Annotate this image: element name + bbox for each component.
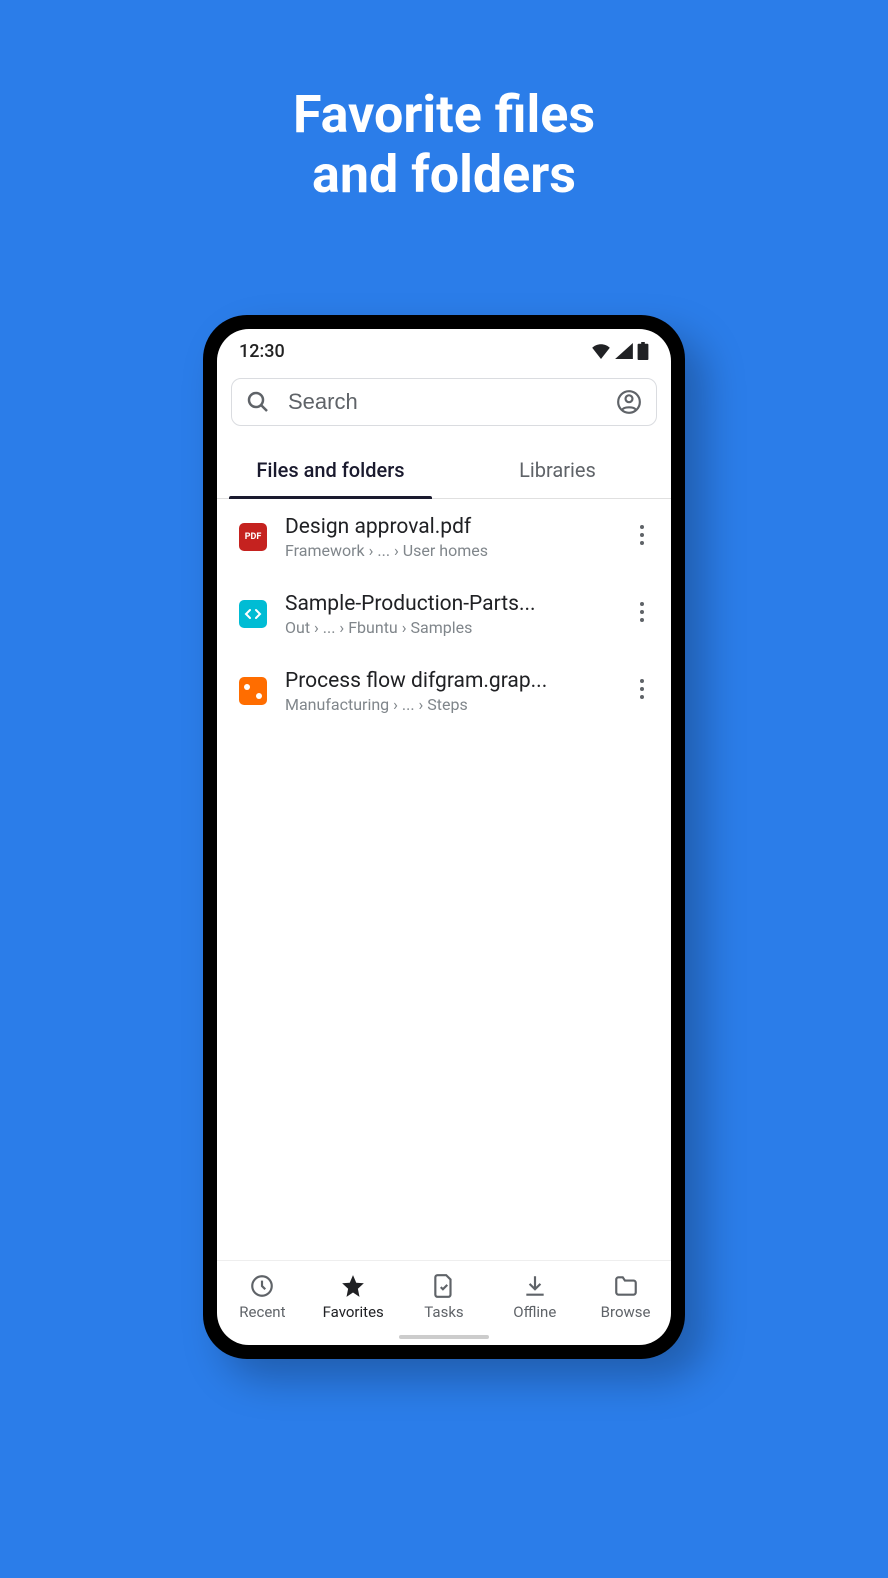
signal-icon <box>615 343 633 359</box>
file-path: Framework › ... › User homes <box>285 541 613 560</box>
code-icon <box>239 600 267 628</box>
more-vert-icon <box>639 678 645 700</box>
promo-headline: Favorite filesand folders <box>293 85 595 205</box>
screen: 12:30 Files and folders Libraries PDF De… <box>217 329 671 1345</box>
tab-files-folders[interactable]: Files and folders <box>217 444 444 498</box>
search-bar[interactable] <box>231 378 657 426</box>
star-icon <box>340 1273 366 1299</box>
folder-icon <box>613 1273 639 1299</box>
tabs: Files and folders Libraries <box>217 444 671 499</box>
task-icon <box>431 1273 457 1299</box>
graph-icon <box>239 677 267 705</box>
file-name: Sample-Production-Parts... <box>285 592 613 616</box>
home-indicator <box>399 1335 489 1339</box>
wifi-icon <box>591 343 611 359</box>
status-time: 12:30 <box>239 341 285 362</box>
more-vert-icon <box>639 524 645 546</box>
nav-label: Browse <box>601 1303 651 1321</box>
nav-label: Favorites <box>323 1303 384 1321</box>
download-icon <box>522 1273 548 1299</box>
nav-tasks[interactable]: Tasks <box>399 1269 490 1325</box>
nav-recent[interactable]: Recent <box>217 1269 308 1325</box>
nav-offline[interactable]: Offline <box>489 1269 580 1325</box>
tab-libraries[interactable]: Libraries <box>444 444 671 498</box>
nav-browse[interactable]: Browse <box>580 1269 671 1325</box>
search-icon <box>246 390 270 414</box>
clock-icon <box>249 1273 275 1299</box>
battery-icon <box>637 342 649 360</box>
file-item[interactable]: Process flow difgram.grap... Manufacturi… <box>217 653 671 730</box>
nav-label: Tasks <box>424 1303 463 1321</box>
file-path: Out › ... › Fbuntu › Samples <box>285 618 613 637</box>
more-button[interactable] <box>631 593 653 635</box>
file-list: PDF Design approval.pdf Framework › ... … <box>217 499 671 1260</box>
file-name: Process flow difgram.grap... <box>285 669 613 693</box>
file-path: Manufacturing › ... › Steps <box>285 695 613 714</box>
nav-label: Offline <box>513 1303 556 1321</box>
pdf-icon: PDF <box>239 523 267 551</box>
file-item[interactable]: PDF Design approval.pdf Framework › ... … <box>217 499 671 576</box>
file-name: Design approval.pdf <box>285 515 613 539</box>
status-icons <box>591 342 649 360</box>
bottom-nav: Recent Favorites Tasks Offline Browse <box>217 1260 671 1329</box>
file-item[interactable]: Sample-Production-Parts... Out › ... › F… <box>217 576 671 653</box>
more-vert-icon <box>639 601 645 623</box>
account-icon[interactable] <box>616 389 642 415</box>
more-button[interactable] <box>631 670 653 712</box>
phone-frame: 12:30 Files and folders Libraries PDF De… <box>203 315 685 1359</box>
more-button[interactable] <box>631 516 653 558</box>
search-input[interactable] <box>288 389 598 415</box>
status-bar: 12:30 <box>217 329 671 370</box>
nav-favorites[interactable]: Favorites <box>308 1269 399 1325</box>
nav-label: Recent <box>239 1303 285 1321</box>
